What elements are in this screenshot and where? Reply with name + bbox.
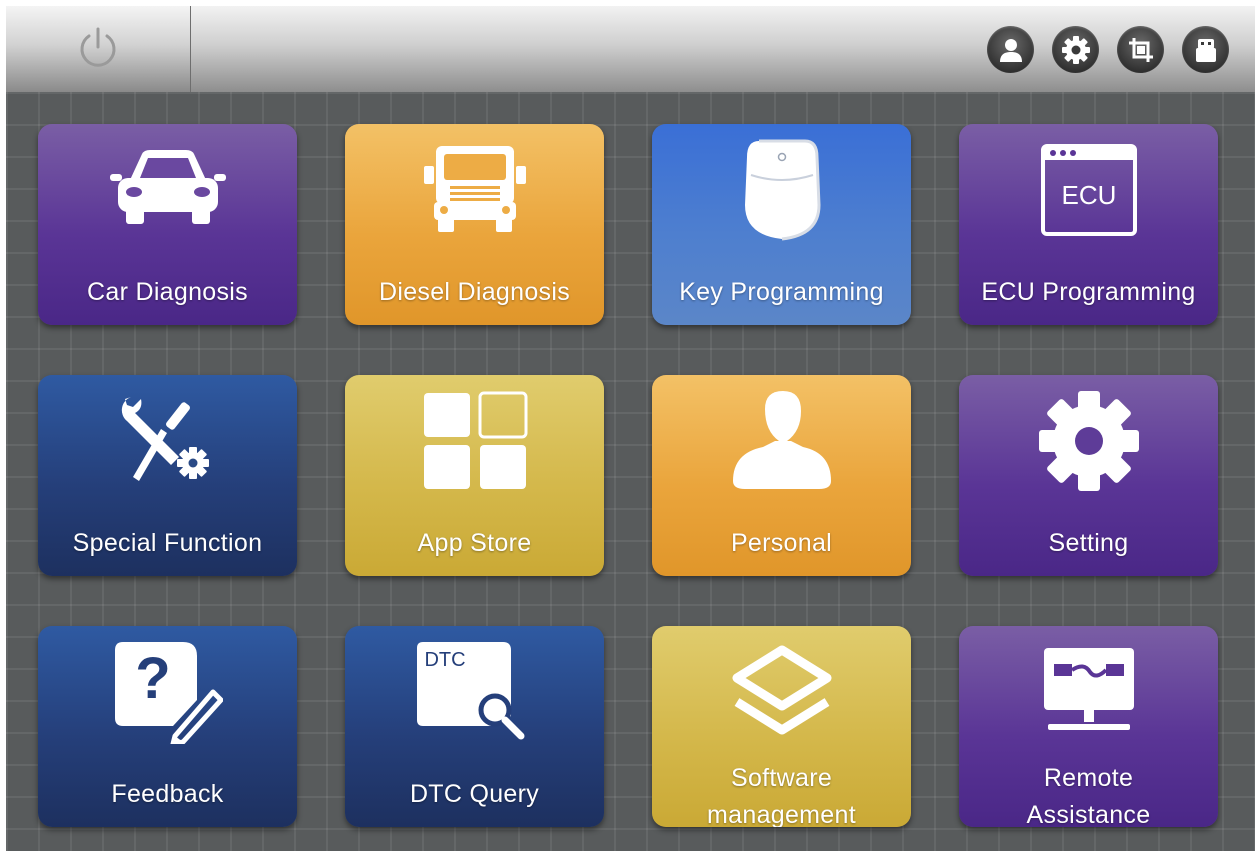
tile-ecu-programming[interactable]: ECU ECU Programming — [959, 124, 1218, 325]
tile-dtc-query[interactable]: DTC DTC Query — [345, 626, 604, 827]
tile-setting[interactable]: Setting — [959, 375, 1218, 576]
tile-label: Diesel Diagnosis — [379, 278, 570, 306]
main-grid: Car Diagnosis Diesel Diagnosis Key Progr… — [6, 92, 1255, 851]
tile-diesel-diagnosis[interactable]: Diesel Diagnosis — [345, 124, 604, 325]
usb-icon[interactable] — [1182, 26, 1229, 73]
wrench-screwdriver-gear-icon — [38, 375, 297, 507]
tile-app-store[interactable]: App Store — [345, 375, 604, 576]
tile-label: App Store — [417, 529, 532, 557]
tile-label-line1: Remote — [1043, 764, 1134, 792]
tile-personal[interactable]: Personal — [652, 375, 911, 576]
tile-label: Setting — [1048, 529, 1129, 557]
remote-monitor-icon — [959, 626, 1218, 758]
dtc-search-icon: DTC — [345, 626, 604, 758]
dtc-icon-text: DTC — [424, 649, 465, 671]
tile-label: Special Function — [72, 529, 263, 557]
tile-remote-assistance[interactable]: Remote Assistance — [959, 626, 1218, 827]
header-icons — [987, 26, 1229, 73]
tile-label-line2: Assistance — [1026, 801, 1151, 827]
layers-icon — [652, 626, 911, 758]
tile-label-line2: management — [707, 801, 856, 827]
app-grid-icon — [345, 375, 604, 507]
tile-label: Car Diagnosis — [87, 278, 248, 306]
tile-key-programming[interactable]: Key Programming — [652, 124, 911, 325]
crop-icon[interactable] — [1117, 26, 1164, 73]
tile-label: Remote Assistance — [959, 760, 1218, 827]
power-button[interactable] — [6, 6, 191, 92]
svg-text:?: ? — [135, 646, 170, 711]
tile-software-management[interactable]: Software management — [652, 626, 911, 827]
power-icon — [74, 23, 122, 76]
tile-label: Software management — [652, 760, 911, 827]
tile-label: Key Programming — [679, 278, 884, 306]
tile-label: ECU Programming — [981, 278, 1196, 306]
gear-icon[interactable] — [1052, 26, 1099, 73]
gear-icon — [959, 375, 1218, 507]
tile-label: Feedback — [111, 780, 224, 808]
truck-icon — [345, 124, 604, 256]
tile-feedback[interactable]: ? Feedback — [38, 626, 297, 827]
user-icon[interactable] — [987, 26, 1034, 73]
car-icon — [38, 124, 297, 256]
ecu-icon-text: ECU — [1061, 180, 1116, 210]
tile-label: Personal — [730, 529, 833, 557]
car-key-icon — [652, 124, 911, 256]
tile-special-function[interactable]: Special Function — [38, 375, 297, 576]
tile-car-diagnosis[interactable]: Car Diagnosis — [38, 124, 297, 325]
person-icon — [652, 375, 911, 507]
question-pencil-icon: ? — [38, 626, 297, 758]
ecu-window-icon: ECU — [959, 124, 1218, 256]
tile-label: DTC Query — [409, 780, 540, 808]
tile-label-line1: Software — [730, 764, 833, 792]
